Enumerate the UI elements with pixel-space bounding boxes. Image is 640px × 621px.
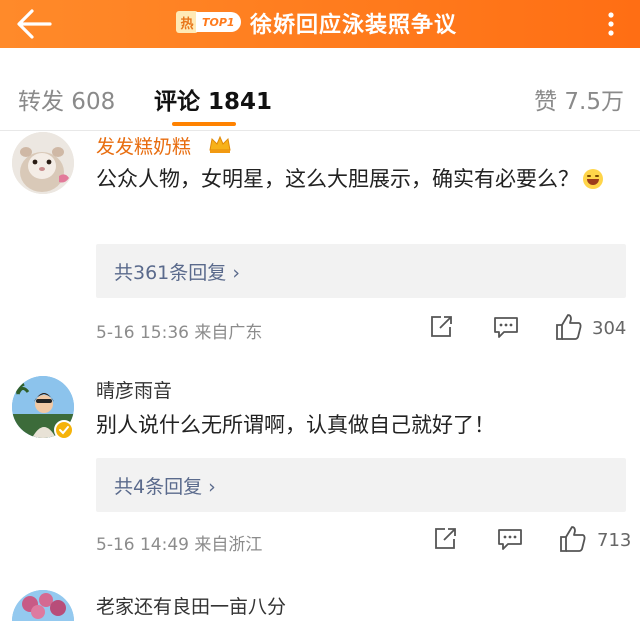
hamster-avatar-icon: [12, 132, 74, 194]
replies-count-label: 共4条回复: [114, 476, 203, 498]
page-title: 徐娇回应泳装照争议: [250, 13, 458, 38]
replies-count-label: 共361条回复: [114, 262, 227, 284]
back-arrow-icon[interactable]: [14, 6, 54, 42]
tab-likes[interactable]: 赞 7.5万: [534, 82, 624, 116]
share-icon[interactable]: [428, 314, 454, 340]
username[interactable]: 晴彦雨音: [96, 376, 172, 403]
active-tab-indicator: [172, 122, 236, 126]
replies-count: 共361条回复 ›: [114, 258, 240, 285]
chevron-right-icon: ›: [232, 262, 240, 284]
like-count: 304: [592, 318, 627, 339]
share-icon[interactable]: [432, 526, 458, 552]
chevron-right-icon: ›: [208, 476, 216, 498]
vip-crown-icon: [209, 135, 231, 153]
hot-badge-char: 热: [176, 11, 198, 33]
comment-text: 别人说什么无所谓啊，认真做自己就好了！: [96, 413, 495, 437]
like-count: 713: [597, 530, 632, 551]
comment-text-content: 公众人物，女明星，这么大胆展示，确实有必要么？: [96, 167, 579, 191]
username[interactable]: 老家还有良田一亩八分: [96, 592, 286, 619]
divider: [0, 130, 640, 131]
replies-box[interactable]: 共4条回复 ›: [96, 458, 626, 512]
verified-badge-icon: [54, 420, 74, 440]
laughing-emoji-icon: [583, 169, 603, 189]
comment-meta: 5-16 15:36 来自广东: [96, 323, 263, 343]
avatar[interactable]: [12, 590, 74, 621]
like-thumb-icon[interactable]: [554, 312, 584, 342]
hot-badge-rank: TOP1: [196, 12, 241, 32]
avatar[interactable]: [12, 132, 74, 194]
tab-comments[interactable]: 评论 1841: [154, 82, 272, 116]
comment-text: 公众人物，女明星，这么大胆展示，确实有必要么？: [96, 160, 616, 198]
flower-tree-avatar-icon: [12, 590, 74, 621]
replies-count: 共4条回复 ›: [114, 472, 216, 499]
checkmark-icon: [59, 426, 69, 435]
hot-search-badge: 热 TOP1: [176, 10, 241, 34]
comment-icon[interactable]: [496, 526, 524, 552]
username[interactable]: 发发糕奶糕: [96, 132, 191, 159]
tab-bar: 转发 608 评论 1841 赞 7.5万: [0, 48, 640, 132]
more-options-icon[interactable]: [596, 10, 626, 38]
like-thumb-icon[interactable]: [558, 524, 588, 554]
comment-icon[interactable]: [492, 314, 520, 340]
tab-reposts[interactable]: 转发 608: [18, 82, 115, 116]
replies-box[interactable]: 共361条回复 ›: [96, 244, 626, 298]
top-bar: 热 TOP1 徐娇回应泳装照争议: [0, 0, 640, 48]
comment-meta: 5-16 14:49 来自浙江: [96, 535, 263, 555]
